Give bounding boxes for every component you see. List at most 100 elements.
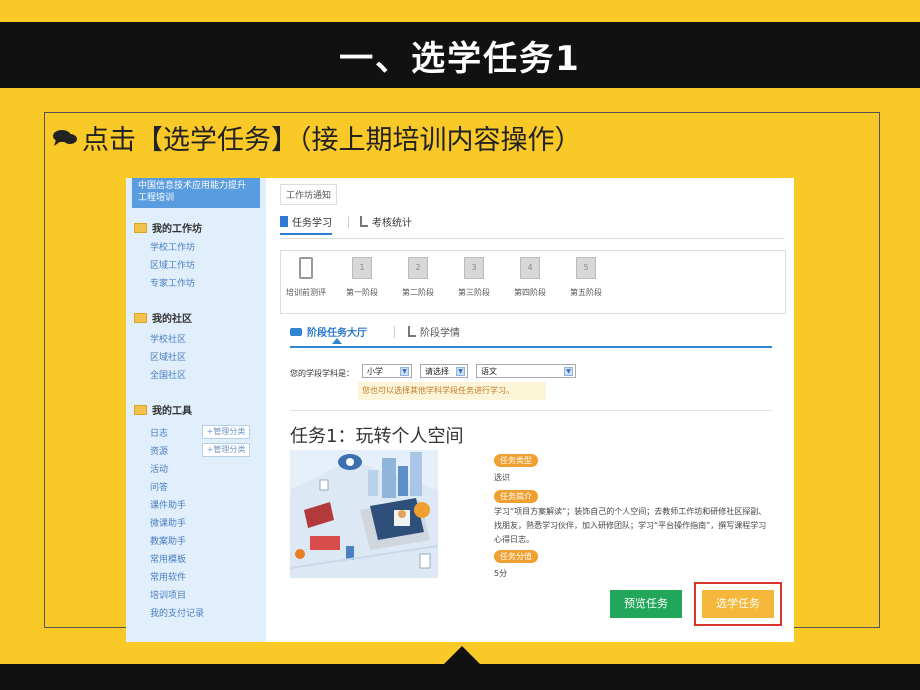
folder-icon (134, 222, 147, 233)
sidebar: 中国信息技术应用能力提升工程培训 我的工作坊 学校工作坊 区域工作坊 专家工作坊… (126, 178, 266, 642)
workshop-notice-tab[interactable]: 工作坊通知 (280, 184, 338, 205)
section-title: 我的工作坊 (152, 224, 202, 235)
sidebar-section-community[interactable]: 我的社区 (134, 310, 192, 325)
tab-stage-progress[interactable]: 阶段学情 (408, 324, 460, 339)
sidebar-item-lesson-plan-helper[interactable]: 教案助手 (150, 534, 186, 547)
bar-chart-icon (408, 326, 416, 337)
task-score-badge: 任务分值 (494, 550, 538, 563)
sidebar-item-activities[interactable]: 活动 (150, 462, 168, 475)
stage-1[interactable]: 1 第一阶段 (337, 257, 387, 298)
hint-message: 您也可以选择其他学科学段任务进行学习。 (358, 382, 546, 400)
select-value: 小学 (367, 367, 383, 376)
stage-label: 第三阶段 (458, 288, 490, 297)
active-tab-pointer (332, 338, 342, 344)
sidebar-item-school-workshop[interactable]: 学校工作坊 (150, 240, 195, 253)
stage-number-icon: 4 (520, 257, 540, 279)
stage-5[interactable]: 5 第五阶段 (561, 257, 611, 298)
subject-label: 您的学段学科是： (290, 369, 354, 378)
stage-label: 第四阶段 (514, 288, 546, 297)
stage-4[interactable]: 4 第四阶段 (505, 257, 555, 298)
tab-task-learning[interactable]: 任务学习 (280, 214, 332, 235)
task-intro-badge: 任务简介 (494, 490, 538, 503)
tab-assessment-stats[interactable]: 考核统计 (360, 214, 412, 229)
sidebar-item-school-community[interactable]: 学校社区 (150, 332, 186, 345)
manage-category-button[interactable]: +管理分类 (202, 425, 250, 439)
sidebar-item-software[interactable]: 常用软件 (150, 570, 186, 583)
task-intro-line-2: 找朋友，熟悉学习伙伴，加入研修团队；学习“平台操作指南”，撰写课程学习 (494, 521, 767, 530)
task-icon (280, 216, 288, 227)
section-title: 我的社区 (152, 314, 192, 325)
stage-label: 培训前测评 (286, 288, 326, 297)
select-value: 语文 (481, 367, 497, 376)
sidebar-item-resources[interactable]: 资源 (150, 444, 168, 457)
task-title: 任务1：玩转个人空间 (290, 426, 464, 447)
chat-bubble-icon (53, 129, 77, 146)
sidebar-item-region-community[interactable]: 区域社区 (150, 350, 186, 363)
stage-3[interactable]: 3 第三阶段 (449, 257, 499, 298)
sidebar-item-national-community[interactable]: 全国社区 (150, 368, 186, 381)
instruction-text: 点击【选学任务】（接上期培训内容操作） (82, 125, 582, 156)
tab-divider (394, 326, 395, 338)
stage-select[interactable]: 小学 ▼ (362, 364, 412, 378)
subject-select[interactable]: 语文 ▼ (476, 364, 576, 378)
task-type-value: 选识 (494, 473, 510, 482)
sidebar-item-journal[interactable]: 日志 (150, 426, 168, 439)
task-score-value: 5分 (494, 569, 508, 578)
slide-title: 一、选学任务1 (339, 38, 581, 79)
dropdown-arrow-icon: ▼ (564, 367, 573, 376)
clipboard-icon (299, 257, 313, 279)
graduation-cap-icon (290, 327, 302, 336)
main-panel: 工作坊通知 任务学习 考核统计 培训前测评 1 第一阶段 2 第二阶段 3 第三… (276, 178, 788, 642)
grade-select[interactable]: 请选择 ▼ (420, 364, 468, 378)
instruction-line: 点击【选学任务】（接上期培训内容操作） (52, 118, 582, 157)
tab-label: 阶段学情 (420, 328, 460, 339)
sidebar-banner[interactable]: 中国信息技术应用能力提升工程培训 (132, 178, 260, 208)
main-tabs: 任务学习 考核统计 (280, 212, 784, 239)
stage-selector: 培训前测评 1 第一阶段 2 第二阶段 3 第三阶段 4 第四阶段 5 第五阶段 (280, 250, 786, 314)
tab-label: 阶段任务大厅 (307, 328, 367, 339)
tab-label: 任务学习 (292, 218, 332, 229)
bottom-bar (0, 664, 920, 690)
tab-label: 考核统计 (372, 218, 412, 229)
sidebar-section-tools[interactable]: 我的工具 (134, 402, 192, 417)
stage-label: 第二阶段 (402, 288, 434, 297)
tab-divider (348, 216, 349, 228)
divider (290, 410, 772, 411)
stage-2[interactable]: 2 第二阶段 (393, 257, 443, 298)
manage-category-button[interactable]: +管理分类 (202, 443, 250, 457)
stage-number-icon: 3 (464, 257, 484, 279)
dropdown-arrow-icon: ▼ (456, 367, 465, 376)
select-task-button[interactable]: 选学任务 (702, 590, 774, 618)
stage-label: 第五阶段 (570, 288, 602, 297)
sidebar-item-expert-workshop[interactable]: 专家工作坊 (150, 276, 195, 289)
task-illustration (290, 450, 438, 578)
task-type-badge: 任务类型 (494, 454, 538, 467)
stage-pretest[interactable]: 培训前测评 (281, 257, 331, 298)
bottom-notch (442, 646, 482, 666)
preview-task-button[interactable]: 预览任务 (610, 590, 682, 618)
sidebar-item-training-projects[interactable]: 培训项目 (150, 588, 186, 601)
sidebar-item-payment-records[interactable]: 我的支付记录 (150, 606, 204, 619)
sidebar-item-microcourse-helper[interactable]: 微课助手 (150, 516, 186, 529)
tab-stage-task-hall[interactable]: 阶段任务大厅 (290, 324, 367, 339)
slide-title-bar: 一、选学任务1 (0, 22, 920, 88)
stage-number-icon: 2 (408, 257, 428, 279)
folder-icon (134, 312, 147, 323)
select-value: 请选择 (425, 367, 449, 376)
sidebar-item-region-workshop[interactable]: 区域工作坊 (150, 258, 195, 271)
sidebar-item-qa[interactable]: 问答 (150, 480, 168, 493)
sidebar-item-courseware-helper[interactable]: 课件助手 (150, 498, 186, 511)
sidebar-item-templates[interactable]: 常用模板 (150, 552, 186, 565)
stage-number-icon: 1 (352, 257, 372, 279)
dropdown-arrow-icon: ▼ (400, 367, 409, 376)
platform-screenshot: 中国信息技术应用能力提升工程培训 我的工作坊 学校工作坊 区域工作坊 专家工作坊… (126, 178, 794, 642)
task-intro-line-1: 学习“项目方案解读”；装饰自己的个人空间；去教师工作坊和研修社区探副、 (494, 507, 767, 516)
bar-chart-icon (360, 216, 368, 227)
section-title: 我的工具 (152, 406, 192, 417)
folder-icon (134, 404, 147, 415)
hall-tabs: 阶段任务大厅 阶段学情 (290, 322, 772, 348)
stage-label: 第一阶段 (346, 288, 378, 297)
sidebar-section-workshop[interactable]: 我的工作坊 (134, 220, 202, 235)
stage-number-icon: 5 (576, 257, 596, 279)
task-intro-line-3: 心得日志。 (494, 535, 534, 544)
